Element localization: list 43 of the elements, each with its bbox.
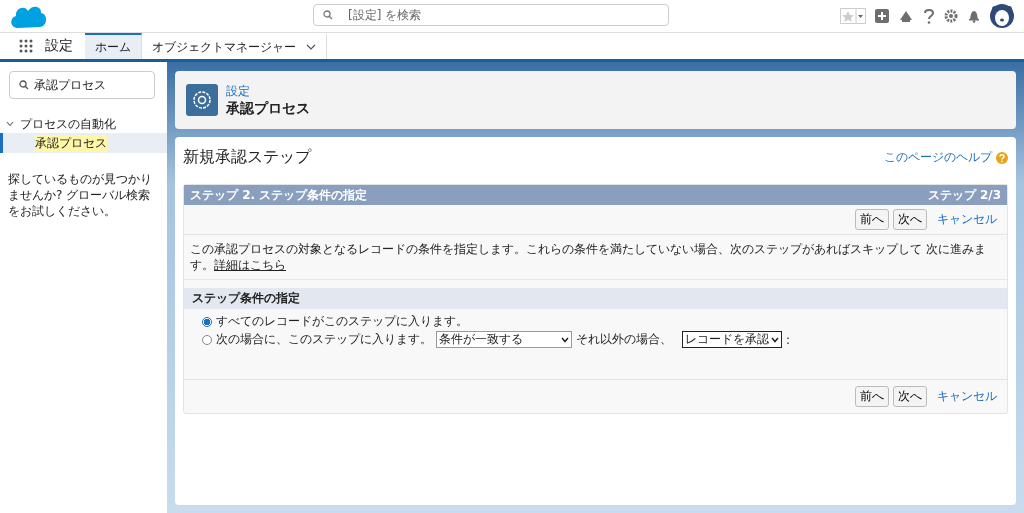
settings-icon[interactable] [944, 9, 958, 23]
tree-item[interactable]: 承認プロセス [0, 133, 167, 153]
help-text: 探しているものが見つかりませんか? グローバル検索をお試しください。 [8, 171, 153, 219]
help-icon[interactable] [923, 8, 935, 24]
colon-text: : [786, 332, 791, 347]
search-field[interactable]: 承認プロセス [9, 71, 155, 99]
step-title: ステップ 2. ステップ条件の指定 [190, 186, 368, 204]
action-dropdown[interactable]: レコードを承認 [682, 331, 782, 348]
nav-button[interactable]: 前へ [855, 209, 889, 230]
nav-tab[interactable]: ホーム [85, 33, 142, 59]
details-link[interactable]: 詳細はこちら [214, 258, 286, 272]
section-header: ステップ条件の指定 [184, 288, 1007, 309]
description-text: この承認プロセスの対象となるレコードの条件を指定します。これらの条件を満たしていない場合、次のステップがあればスキップして 次に進みます。詳細はこちら [184, 235, 1007, 280]
radio-button[interactable] [202, 316, 212, 327]
search-icon[interactable] [323, 10, 333, 20]
breadcrumb-link[interactable]: 設定 [226, 82, 310, 100]
gear-icon [186, 84, 218, 116]
bell-icon[interactable] [967, 9, 981, 23]
option-label: それ以外の場合、 [576, 331, 672, 348]
nav-button[interactable]: 次へ [893, 386, 927, 407]
step-counter: ステップ 2/3 [927, 186, 1001, 204]
criteria-dropdown[interactable]: 条件が一致する [436, 331, 572, 348]
tree-item[interactable]: プロセスの自動化 [0, 115, 167, 133]
search-icon[interactable] [19, 80, 29, 90]
nav-button[interactable]: 前へ [855, 386, 889, 407]
help-link[interactable]: このページのヘルプ [884, 149, 992, 166]
chevron-down-icon[interactable] [306, 44, 316, 50]
nav-tab[interactable]: オブジェクトマネージャー [142, 33, 327, 59]
cancel-link[interactable]: キャンセル [937, 211, 997, 228]
app-name: 設定 [45, 37, 73, 55]
chevron-down-icon[interactable] [771, 336, 779, 343]
radio-button[interactable] [202, 334, 212, 345]
option-label: 次の場合に、このステップに入ります。 [216, 331, 432, 348]
option-label: すべてのレコードがこのステップに入ります。 [216, 313, 468, 330]
cancel-link[interactable]: キャンセル [937, 388, 997, 405]
page-heading: 新規承認ステップ [183, 147, 311, 168]
add-icon[interactable] [875, 9, 889, 23]
app-launcher-icon[interactable] [19, 39, 33, 53]
page-title: 承認プロセス [226, 99, 310, 118]
avatar-icon[interactable] [990, 4, 1014, 28]
search-field[interactable]: [設定] を検索 [313, 4, 669, 26]
chevron-down-icon[interactable] [561, 336, 569, 343]
nav-button[interactable]: 次へ [893, 209, 927, 230]
